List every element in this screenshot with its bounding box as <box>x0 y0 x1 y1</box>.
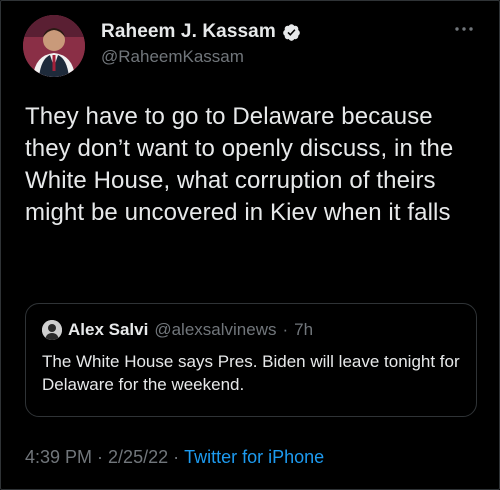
tweet-text: They have to go to Delaware because they… <box>25 103 454 226</box>
author-handle[interactable]: @RaheemKassam <box>101 47 301 67</box>
quoted-tweet-text: The White House says Pres. Biden will le… <box>42 352 460 394</box>
more-options-icon[interactable] <box>451 21 477 37</box>
meta-separator-1: · <box>97 447 104 467</box>
verified-badge-icon <box>282 23 301 42</box>
tweet-metadata: 4:39 PM · 2/25/22 · Twitter for iPhone <box>25 447 324 468</box>
quoted-author-name[interactable]: Alex Salvi <box>68 320 148 340</box>
tweet-card: Raheem J. Kassam @RaheemKassam They have… <box>0 0 500 490</box>
meta-separator-2: · <box>173 447 180 467</box>
quoted-tweet[interactable]: Alex Salvi @alexsalvinews · 7h The White… <box>25 303 477 417</box>
display-name-row: Raheem J. Kassam <box>101 21 301 43</box>
author-info: Raheem J. Kassam @RaheemKassam <box>101 21 301 67</box>
tweet-header: Raheem J. Kassam @RaheemKassam <box>23 15 481 77</box>
tweet-time[interactable]: 4:39 PM <box>25 447 92 468</box>
tweet-date[interactable]: 2/25/22 <box>108 447 168 468</box>
quoted-author-handle[interactable]: @alexsalvinews <box>154 320 276 340</box>
quoted-separator: · <box>282 320 289 339</box>
tweet-source-link[interactable]: Twitter for iPhone <box>184 447 324 468</box>
quoted-tweet-header: Alex Salvi @alexsalvinews · 7h <box>42 320 313 340</box>
quoted-timestamp[interactable]: 7h <box>294 320 313 340</box>
author-display-name[interactable]: Raheem J. Kassam <box>101 21 276 43</box>
author-avatar[interactable] <box>23 15 85 77</box>
quoted-author-avatar[interactable] <box>42 320 62 340</box>
